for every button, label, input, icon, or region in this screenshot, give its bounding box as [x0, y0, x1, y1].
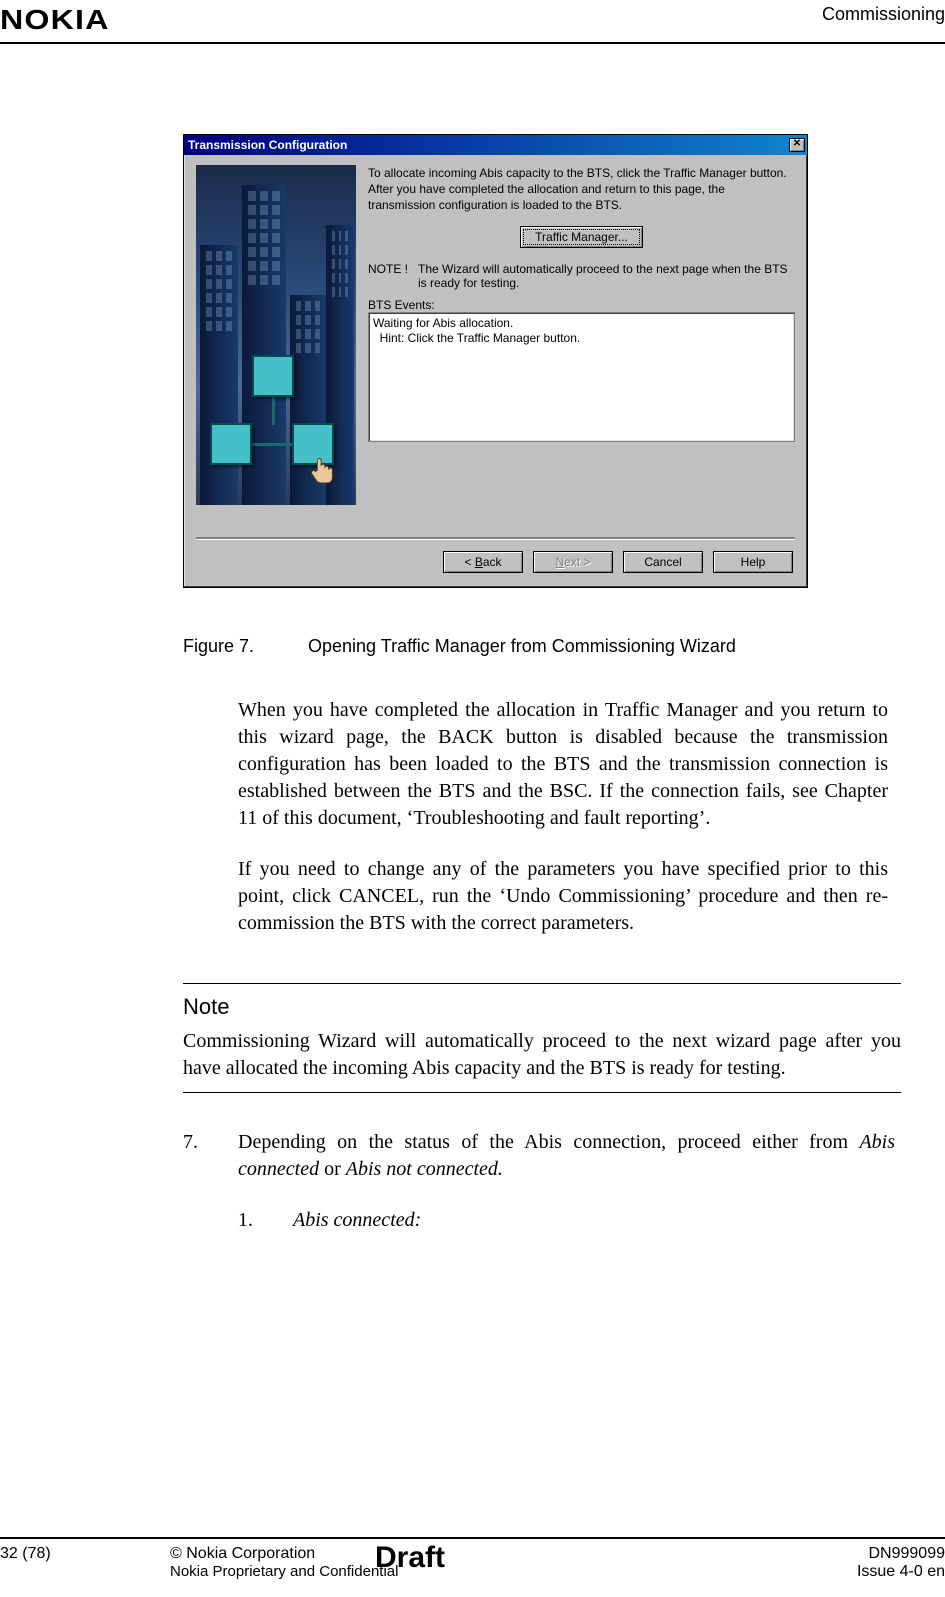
substep-number: 1. — [238, 1207, 293, 1234]
note-rule-bottom — [183, 1092, 901, 1093]
step-7-text: Depending on the status of the Abis conn… — [238, 1129, 895, 1183]
footer-page-number: 32 (78) — [0, 1545, 170, 1563]
footer-confidential: Nokia Proprietary and Confidential — [170, 1563, 785, 1580]
figure-caption: Figure 7. Opening Traffic Manager from C… — [183, 636, 945, 657]
footer-copyright: © Nokia Corporation — [170, 1545, 315, 1562]
help-button[interactable]: Help — [713, 551, 793, 573]
cancel-button[interactable]: Cancel — [623, 551, 703, 573]
bts-events-listbox[interactable]: Waiting for Abis allocation. Hint: Click… — [368, 312, 795, 442]
events-line: Hint: Click the Traffic Manager button. — [373, 331, 790, 347]
step-7-pre: Depending on the status of the Abis conn… — [238, 1131, 859, 1153]
step-7-italic-2: Abis not connected. — [346, 1158, 503, 1180]
step-7-mid: or — [319, 1158, 346, 1180]
step-number: 7. — [183, 1129, 238, 1183]
note-heading: Note — [183, 994, 901, 1020]
close-icon[interactable]: ✕ — [789, 138, 805, 152]
note-block: Note Commissioning Wizard will automatic… — [183, 983, 901, 1093]
back-button[interactable]: < Back — [443, 551, 523, 573]
dialog-titlebar: Transmission Configuration ✕ — [184, 135, 807, 155]
footer-issue: Issue 4-0 en — [785, 1563, 945, 1581]
section-title: Commissioning — [822, 4, 945, 31]
pointer-hand-icon — [308, 453, 338, 483]
dialog-title: Transmission Configuration — [188, 138, 789, 152]
body-paragraph-2: If you need to change any of the paramet… — [238, 856, 888, 937]
page-header: NOKIA Commissioning — [0, 0, 945, 44]
page-content: Transmission Configuration ✕ To allocate… — [0, 44, 945, 1234]
transmission-config-dialog: Transmission Configuration ✕ To allocate… — [183, 134, 808, 588]
bts-events-label: BTS Events: — [368, 298, 795, 312]
brand-logo: NOKIA — [0, 4, 110, 42]
dialog-note-text: The Wizard will automatically proceed to… — [418, 262, 795, 290]
note-rule-top — [183, 983, 901, 984]
note-body-text: Commissioning Wizard will automatically … — [183, 1028, 901, 1082]
dialog-note-label: NOTE ! — [368, 262, 408, 290]
body-paragraph-1: When you have completed the allocation i… — [238, 697, 888, 832]
figure-caption-text: Opening Traffic Manager from Commissioni… — [308, 636, 736, 656]
substep-text: Abis connected: — [293, 1209, 421, 1231]
next-button: Next > — [533, 551, 613, 573]
wizard-side-graphic — [196, 165, 356, 505]
traffic-manager-button[interactable]: Traffic Manager... — [520, 226, 643, 248]
footer-doc-id: DN999099 — [785, 1545, 945, 1563]
back-button-label: < Back — [464, 555, 501, 569]
events-line: Waiting for Abis allocation. — [373, 316, 790, 332]
network-node-icon — [252, 355, 294, 397]
step-7-sub-1: 1. Abis connected: — [238, 1207, 895, 1234]
network-node-icon — [210, 423, 252, 465]
page-footer: 32 (78) © Nokia Corporation Draft DN9990… — [0, 1537, 945, 1581]
dialog-instruction-text: To allocate incoming Abis capacity to th… — [368, 165, 795, 214]
figure-number: Figure 7. — [183, 636, 303, 657]
step-7: 7. Depending on the status of the Abis c… — [183, 1129, 895, 1183]
next-button-label: Next > — [555, 555, 590, 569]
